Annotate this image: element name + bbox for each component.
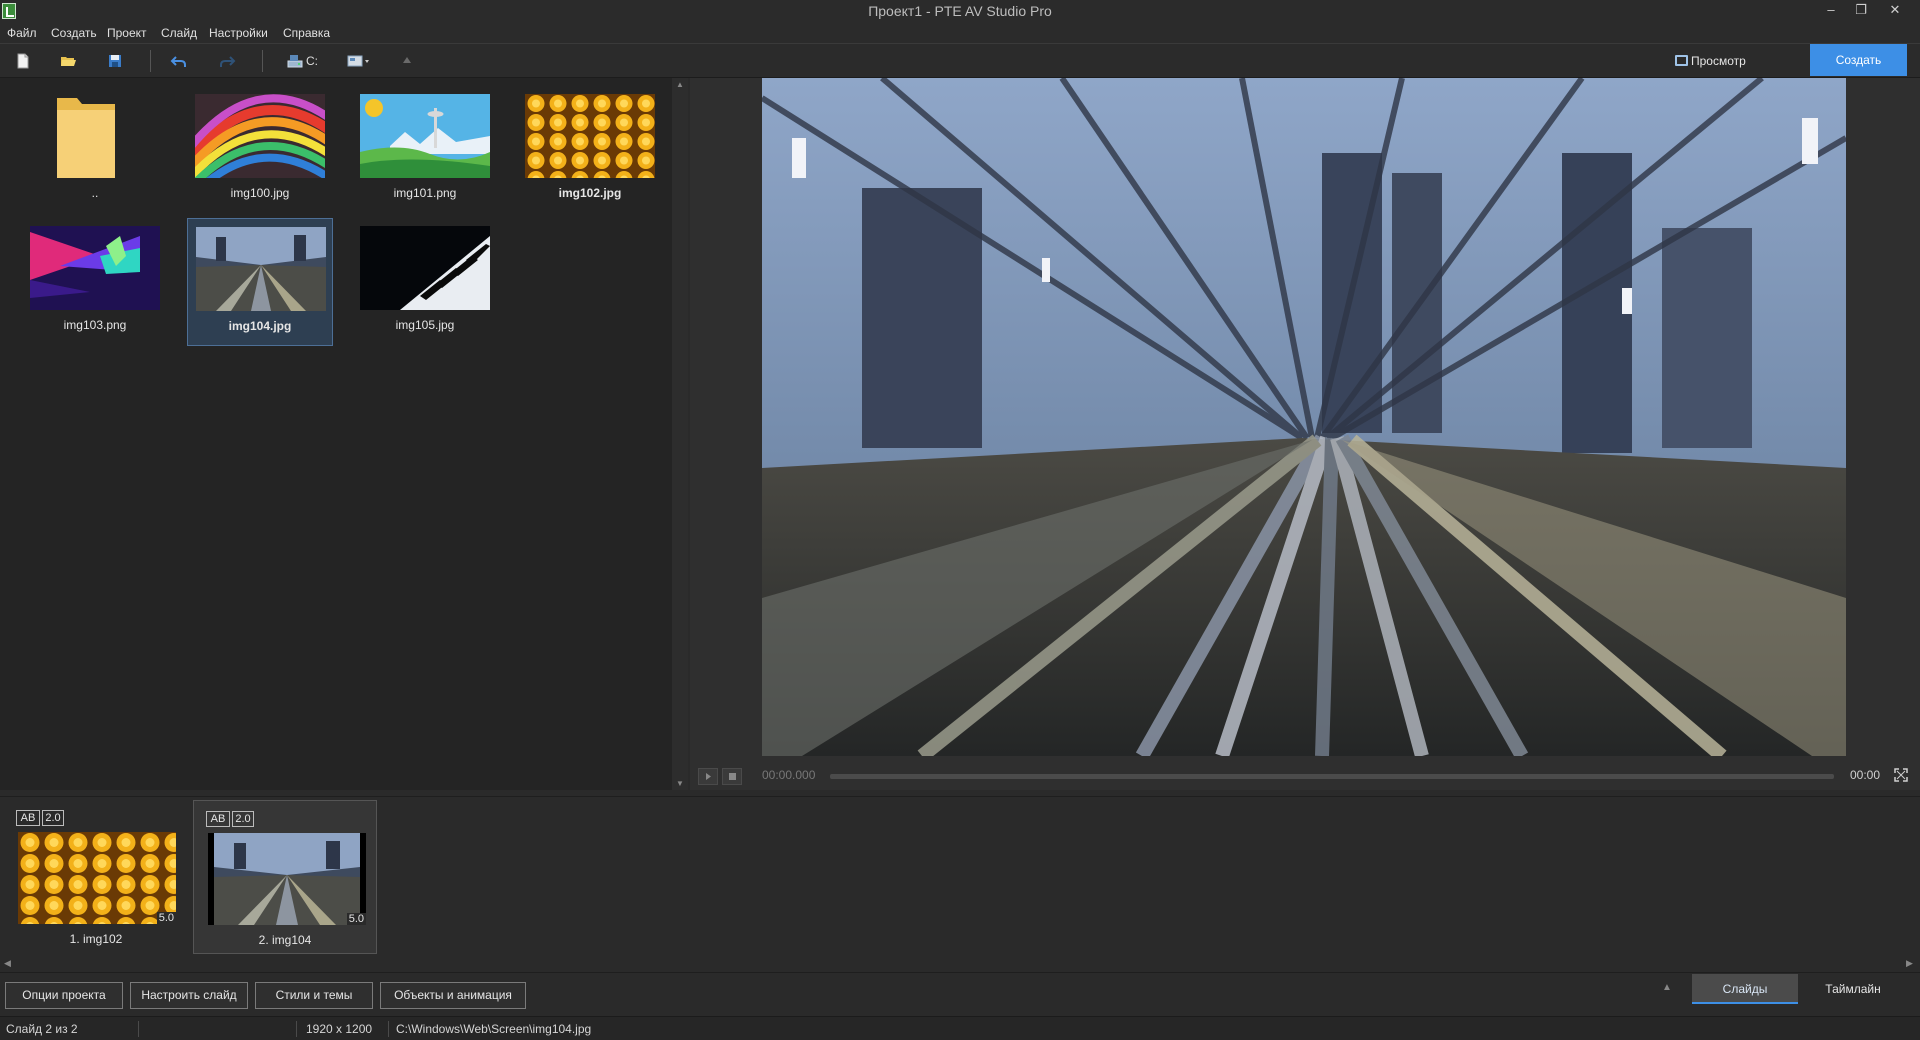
thumbnail-img102 bbox=[525, 94, 655, 178]
restore-button[interactable]: ❐ bbox=[1846, 0, 1876, 20]
stop-button[interactable] bbox=[722, 768, 742, 785]
status-resolution: 1920 x 1200 bbox=[306, 1022, 373, 1036]
tab-slides[interactable]: Слайды bbox=[1692, 974, 1798, 1004]
menu-file[interactable]: Файл bbox=[7, 26, 37, 40]
menu-slide[interactable]: Слайд bbox=[161, 26, 197, 40]
objects-animation-button[interactable]: Объекты и анимация bbox=[380, 982, 526, 1009]
file-label: img103.png bbox=[63, 318, 127, 332]
file-label: .. bbox=[91, 186, 99, 200]
audio-badge[interactable]: AB bbox=[206, 811, 230, 827]
slide-thumbnail: 5.0 bbox=[208, 833, 366, 925]
project-options-button[interactable]: Опции проекта bbox=[5, 982, 123, 1009]
slide-options-button[interactable]: Настроить слайд bbox=[130, 982, 248, 1009]
up-arrow-icon[interactable] bbox=[398, 52, 416, 70]
play-icon bbox=[706, 773, 711, 780]
slide-image-img104 bbox=[208, 833, 366, 925]
thumbnail-img103 bbox=[30, 226, 160, 310]
tab-timeline[interactable]: Таймлайн bbox=[1798, 974, 1908, 1004]
drive-icon[interactable] bbox=[286, 52, 304, 70]
scroll-down-icon[interactable]: ▼ bbox=[676, 779, 684, 788]
menu-bar: Файл Создать Проект Слайд Настройки Спра… bbox=[0, 24, 1920, 44]
file-item-img100[interactable]: img100.jpg bbox=[187, 86, 333, 214]
thumbnail-img101 bbox=[360, 94, 490, 178]
file-item-img102[interactable]: img102.jpg bbox=[517, 86, 663, 214]
file-item-img103[interactable]: img103.png bbox=[22, 218, 168, 346]
file-item-parent-folder[interactable]: .. bbox=[22, 86, 168, 214]
audio-badge[interactable]: AB bbox=[16, 810, 40, 826]
expand-up-icon[interactable]: ▲ bbox=[1662, 982, 1672, 993]
file-label: img100.jpg bbox=[230, 186, 290, 200]
seek-bar[interactable] bbox=[830, 774, 1834, 779]
slide-item-1[interactable]: AB 2.0 5.0 1. img102 bbox=[4, 800, 188, 954]
preview-button[interactable]: Просмотр bbox=[1665, 50, 1760, 72]
file-label: img102.jpg bbox=[558, 186, 622, 200]
view-mode-icon[interactable] bbox=[346, 52, 372, 70]
preview-label: Просмотр bbox=[1691, 54, 1746, 68]
minimize-button[interactable]: – bbox=[1816, 0, 1846, 20]
total-time: 00:00 bbox=[1850, 768, 1881, 782]
slide-thumbnail: 5.0 bbox=[18, 832, 176, 924]
monitor-icon bbox=[1675, 55, 1688, 66]
undo-icon[interactable] bbox=[170, 52, 188, 70]
status-bar: Слайд 2 из 2 1920 x 1200 C:\Windows\Web\… bbox=[0, 1016, 1920, 1040]
open-folder-icon[interactable] bbox=[59, 52, 77, 70]
fullscreen-icon[interactable] bbox=[1894, 768, 1908, 782]
current-time: 00:00.000 bbox=[762, 768, 816, 782]
scroll-up-icon[interactable]: ▲ bbox=[676, 80, 684, 89]
drive-label[interactable]: C: bbox=[306, 54, 318, 68]
slide-image-img102 bbox=[18, 832, 176, 924]
menu-settings[interactable]: Настройки bbox=[209, 26, 268, 40]
title-bar: Проект1 - PTE AV Studio Pro – ❐ ✕ bbox=[0, 0, 1920, 24]
close-button[interactable]: ✕ bbox=[1880, 0, 1910, 20]
transition-badge[interactable]: 2.0 bbox=[42, 810, 64, 826]
file-label: img101.png bbox=[393, 186, 457, 200]
file-label: img105.jpg bbox=[395, 318, 455, 332]
menu-create[interactable]: Создать bbox=[51, 26, 97, 40]
scroll-left-icon[interactable]: ◀ bbox=[4, 958, 11, 969]
redo-icon[interactable] bbox=[218, 52, 236, 70]
slide-list-scrollbar[interactable]: ◀ ▶ bbox=[0, 958, 1920, 972]
transition-badge[interactable]: 2.0 bbox=[232, 811, 254, 827]
slide-duration[interactable]: 5.0 bbox=[346, 913, 366, 925]
file-item-img105[interactable]: img105.jpg bbox=[352, 218, 498, 346]
toolbar: C: Просмотр bbox=[0, 44, 1920, 78]
slide-label: 2. img104 bbox=[258, 933, 312, 947]
thumbnail-img104 bbox=[196, 227, 326, 311]
create-button[interactable]: Создать bbox=[1810, 44, 1907, 76]
slide-item-2[interactable]: AB 2.0 5.0 2. img104 bbox=[193, 800, 377, 954]
thumbnail-img105 bbox=[360, 226, 490, 310]
folder-icon bbox=[57, 98, 115, 178]
stop-icon bbox=[729, 773, 736, 780]
menu-project[interactable]: Проект bbox=[107, 26, 147, 40]
menu-help[interactable]: Справка bbox=[283, 26, 330, 40]
file-item-img104[interactable]: img104.jpg bbox=[187, 218, 333, 346]
file-item-img101[interactable]: img101.png bbox=[352, 86, 498, 214]
save-icon[interactable] bbox=[106, 52, 124, 70]
slide-duration[interactable]: 5.0 bbox=[156, 912, 176, 924]
new-file-icon[interactable] bbox=[14, 52, 32, 70]
status-file-path: C:\Windows\Web\Screen\img104.jpg bbox=[396, 1022, 592, 1036]
file-browser-scrollbar[interactable]: ▲ ▼ bbox=[672, 78, 688, 790]
thumbnail-img100 bbox=[195, 94, 325, 178]
scroll-right-icon[interactable]: ▶ bbox=[1906, 958, 1913, 969]
status-slide-count: Слайд 2 из 2 bbox=[6, 1022, 78, 1036]
styles-themes-button[interactable]: Стили и темы bbox=[255, 982, 373, 1009]
play-button[interactable] bbox=[698, 768, 718, 785]
preview-image bbox=[762, 78, 1846, 756]
file-label: img104.jpg bbox=[228, 319, 292, 333]
window-title: Проект1 - PTE AV Studio Pro bbox=[868, 3, 1052, 19]
file-browser: .. img100.jpg img101.png img102.jpg img1… bbox=[0, 78, 674, 790]
slide-label: 1. img102 bbox=[69, 932, 123, 946]
